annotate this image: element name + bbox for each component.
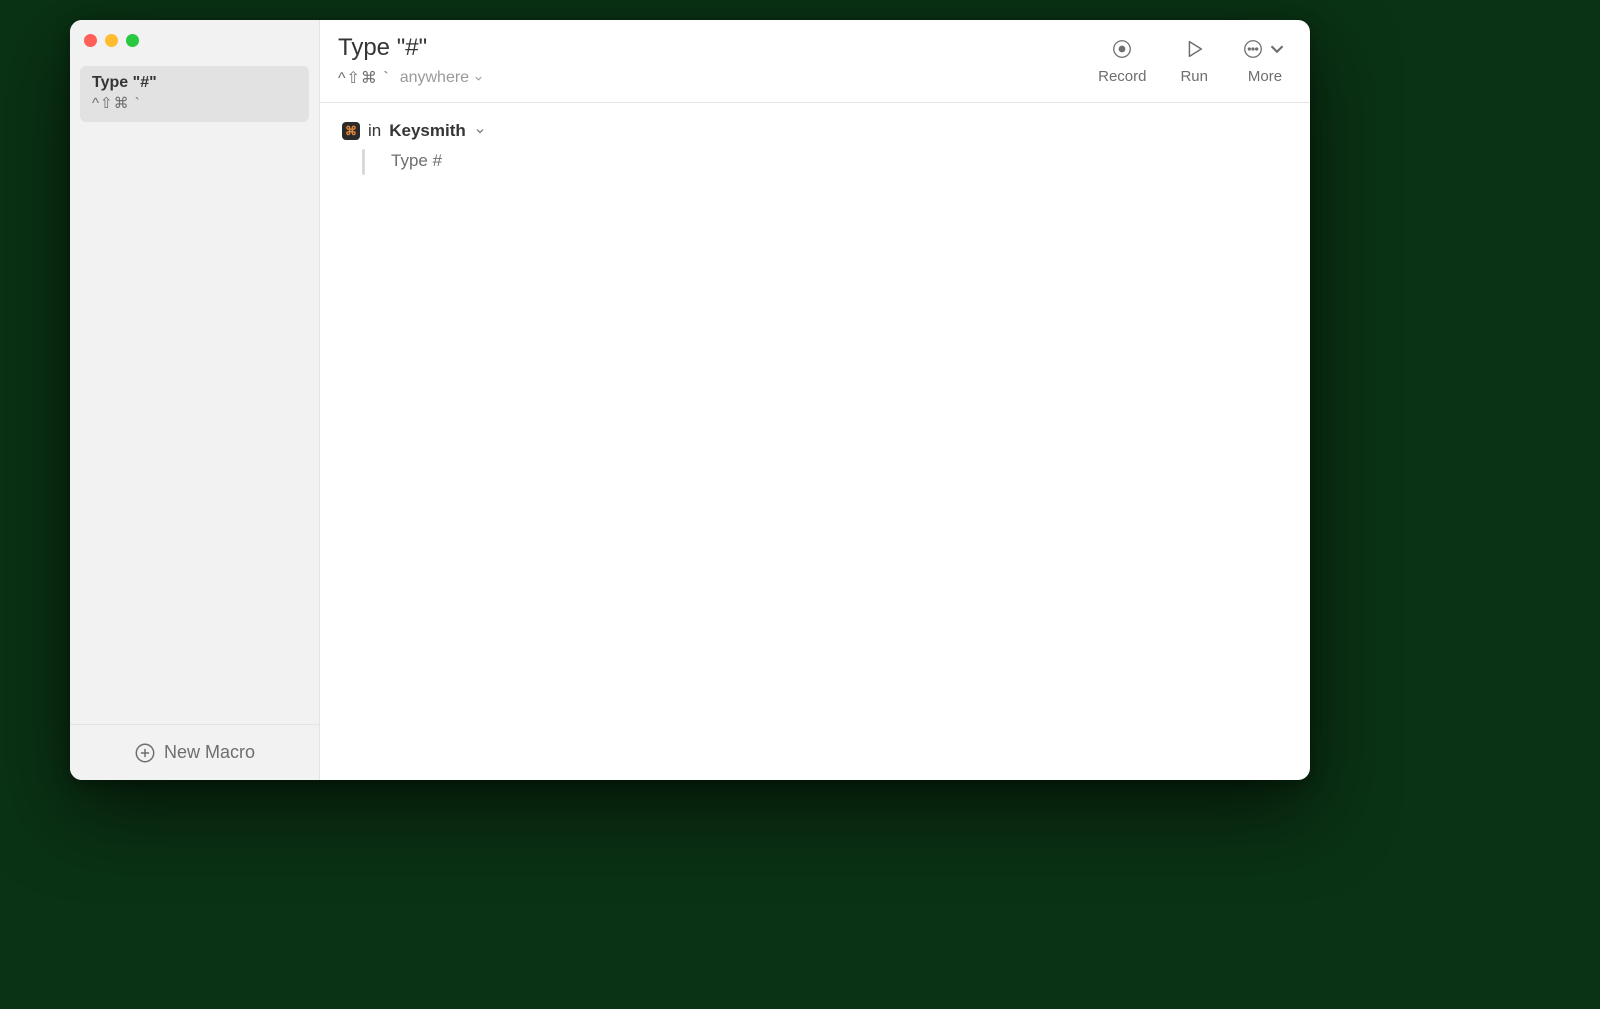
new-macro-label: New Macro [164, 742, 255, 763]
macro-scope-label: anywhere [400, 69, 469, 87]
run-button[interactable]: Run [1180, 38, 1208, 85]
play-icon [1183, 38, 1205, 60]
header-toolbar: Record Run [1098, 38, 1288, 85]
step-item[interactable]: Type # [391, 149, 442, 175]
plus-circle-icon [134, 742, 156, 764]
macro-shortcut[interactable]: ^⇧⌘ ` [338, 68, 390, 88]
chevron-down-icon [473, 73, 484, 84]
macro-content: ⌘ in Keysmith Type # [320, 103, 1310, 780]
main-panel: Type "#" ^⇧⌘ ` anywhere [320, 20, 1310, 780]
ellipsis-circle-icon [1242, 38, 1264, 60]
close-window-button[interactable] [84, 34, 97, 47]
step-rule [362, 149, 365, 175]
record-label: Record [1098, 68, 1146, 85]
new-macro-button[interactable]: New Macro [70, 724, 319, 780]
macro-list-item[interactable]: Type "#" ^⇧⌘ ` [80, 66, 309, 122]
chevron-down-icon [474, 125, 486, 137]
window-controls [70, 20, 319, 60]
context-in-label: in [368, 121, 381, 141]
macro-title[interactable]: Type "#" [338, 34, 1098, 62]
app-icon: ⌘ [342, 122, 360, 140]
macro-item-title: Type "#" [92, 74, 297, 92]
run-label: Run [1180, 68, 1208, 85]
sidebar: Type "#" ^⇧⌘ ` New Macro [70, 20, 320, 780]
chevron-down-icon [1266, 38, 1288, 60]
step-list: Type # [348, 149, 1288, 175]
macro-item-shortcut: ^⇧⌘ ` [92, 94, 297, 112]
more-button[interactable]: More [1242, 38, 1288, 85]
macro-scope-dropdown[interactable]: anywhere [400, 69, 484, 87]
record-icon [1111, 38, 1133, 60]
context-scope-dropdown[interactable]: ⌘ in Keysmith [342, 121, 1288, 141]
macro-list: Type "#" ^⇧⌘ ` [70, 60, 319, 724]
macro-header: Type "#" ^⇧⌘ ` anywhere [320, 20, 1310, 103]
zoom-window-button[interactable] [126, 34, 139, 47]
macro-trigger-row: ^⇧⌘ ` anywhere [338, 68, 1098, 88]
record-button[interactable]: Record [1098, 38, 1146, 85]
more-label: More [1248, 68, 1282, 85]
context-app-name: Keysmith [389, 121, 466, 141]
app-window: Type "#" ^⇧⌘ ` New Macro Type "#" ^⇧⌘ ` … [70, 20, 1310, 780]
minimize-window-button[interactable] [105, 34, 118, 47]
